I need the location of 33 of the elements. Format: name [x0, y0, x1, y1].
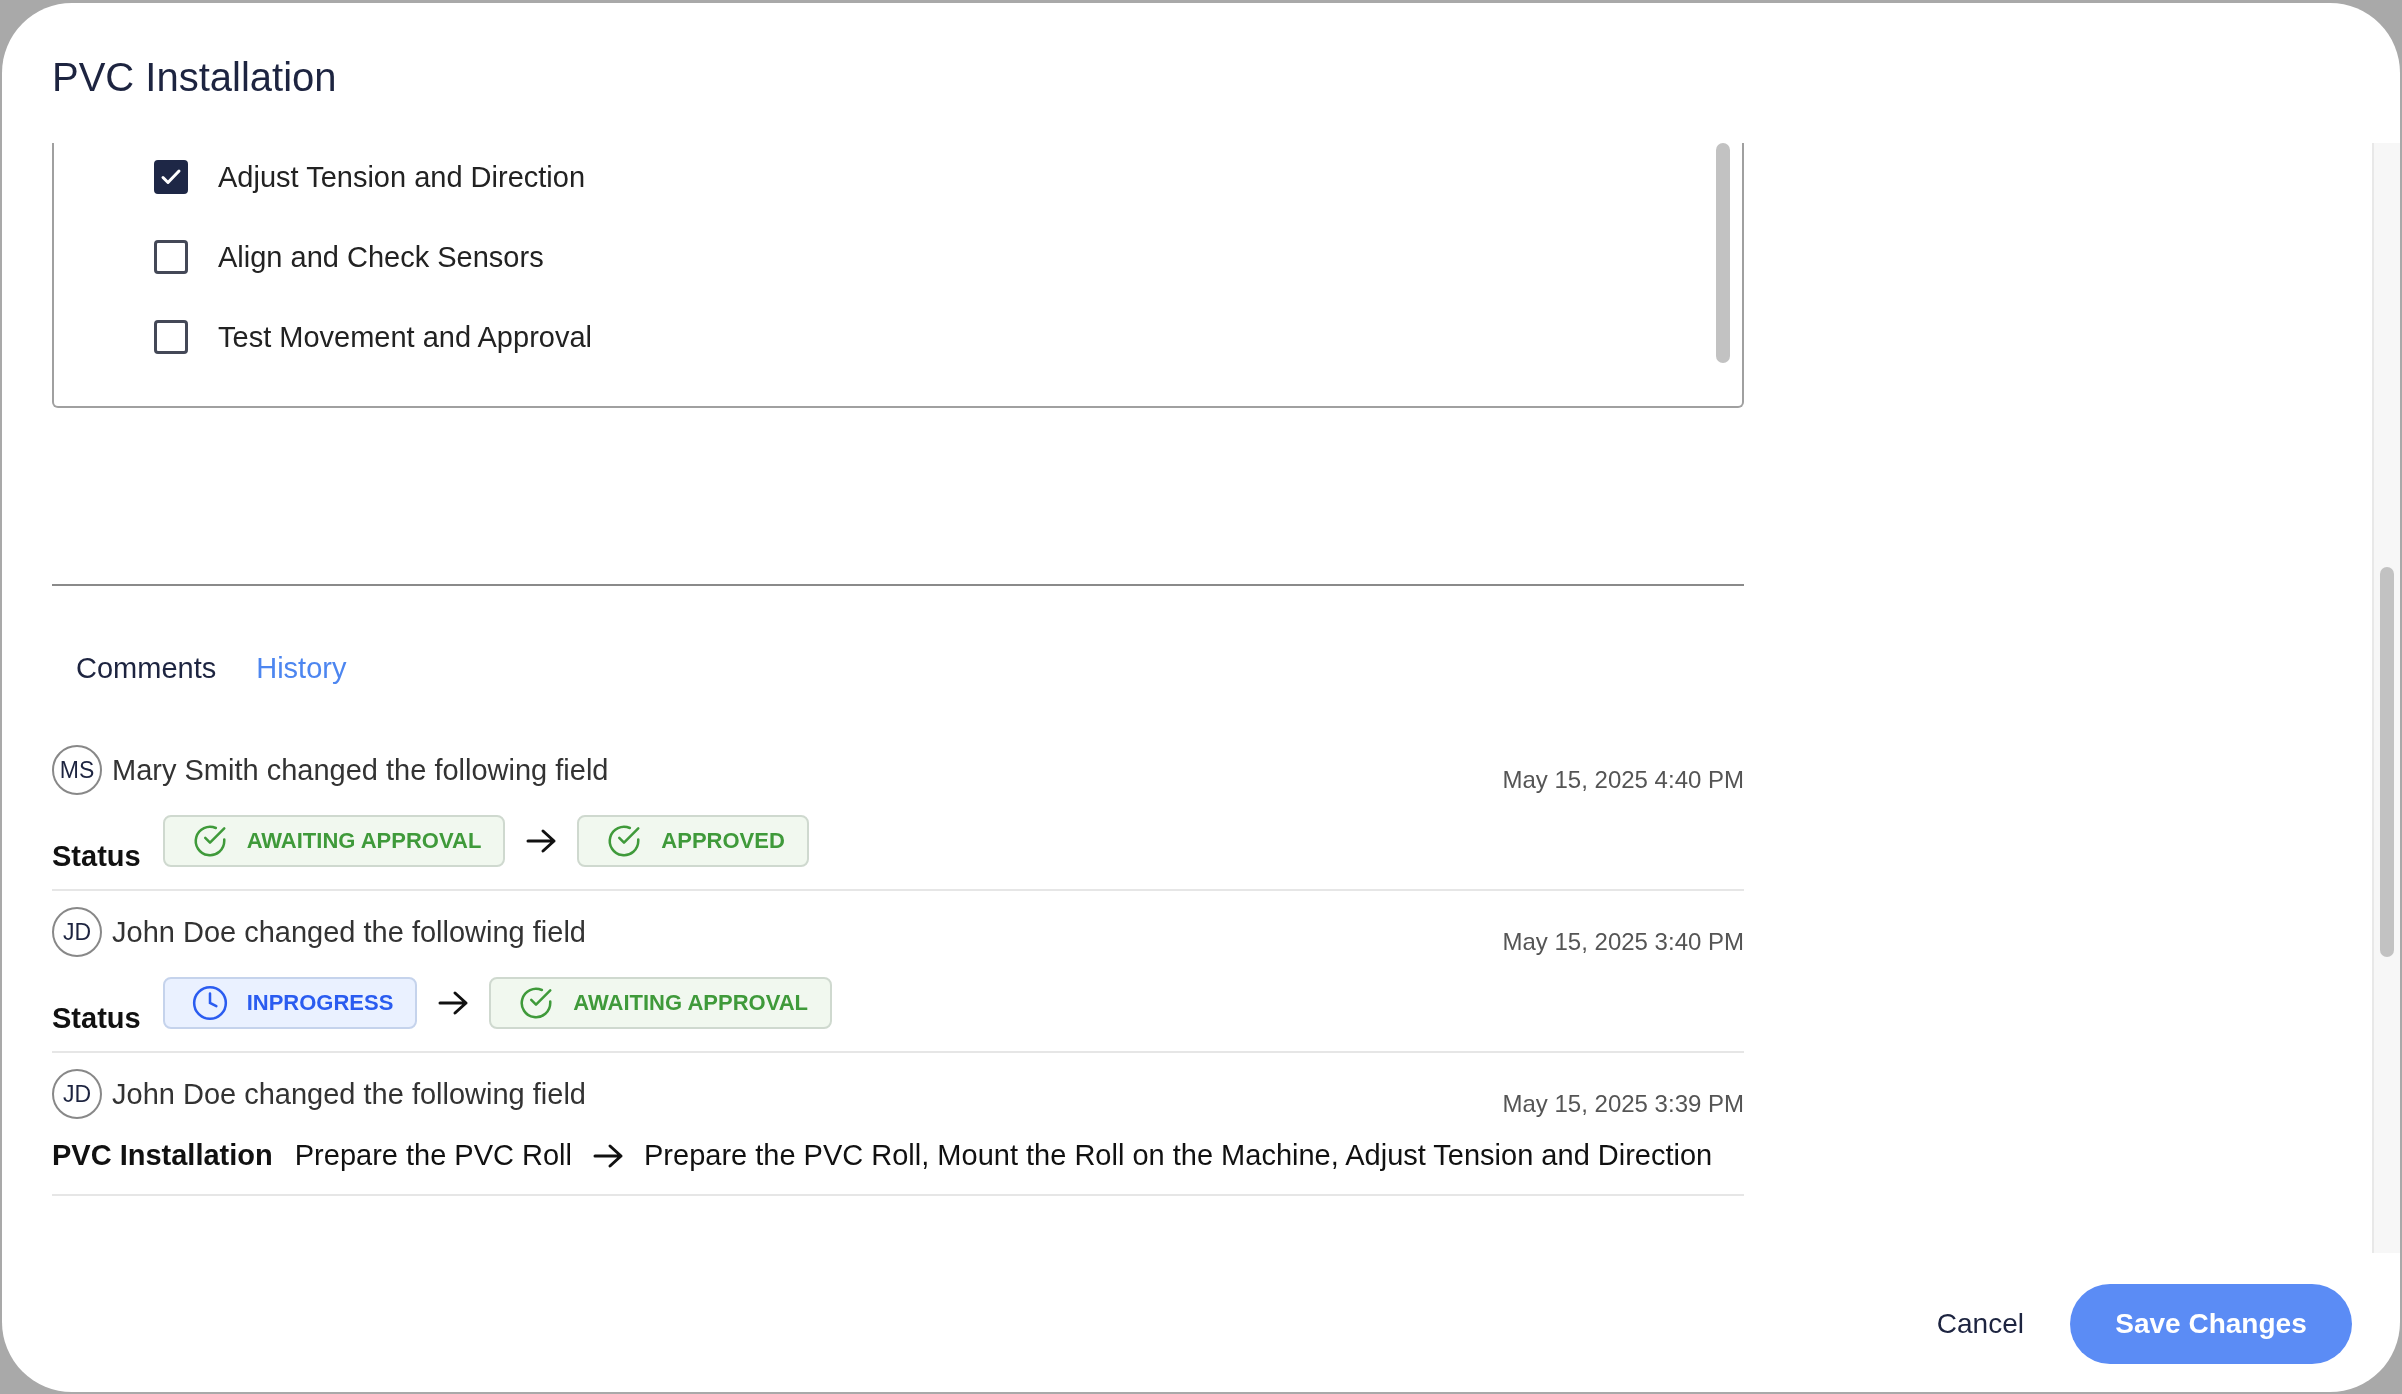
checkbox-label: Test Movement and Approval [218, 320, 592, 354]
scrollbar-thumb[interactable] [2380, 567, 2394, 957]
arrow-right-icon [525, 827, 558, 855]
history-summary: John Doe changed the following field [112, 915, 587, 949]
timestamp: May 15, 2025 3:39 PM [1502, 1090, 1744, 1118]
timestamp: May 15, 2025 4:40 PM [1502, 766, 1744, 794]
tab[interactable]: History [256, 652, 347, 685]
new-value: Prepare the PVC Roll, Mount the Roll on the Machine, Adjust Tension and Direction [644, 1139, 1713, 1172]
status-badge: AWAITING APPROVAL [162, 815, 506, 867]
avatar: MS [52, 745, 102, 795]
history-summary: John Doe changed the following field [112, 1077, 587, 1111]
checkbox[interactable] [154, 240, 188, 274]
checkbox-label: Adjust Tension and Direction [218, 160, 586, 194]
tab[interactable]: Comments [76, 652, 217, 685]
dialog-title: PVC Installation [52, 54, 338, 101]
field-name: PVC Installation [52, 1139, 273, 1172]
checkbox[interactable] [154, 160, 188, 194]
status-badge: AWAITING APPROVAL [489, 977, 833, 1029]
timestamp: May 15, 2025 3:40 PM [1502, 928, 1744, 956]
checkbox[interactable] [154, 320, 188, 354]
cancel-button[interactable]: Cancel [1930, 1298, 2030, 1350]
clock-icon [190, 984, 229, 1022]
status-badge: APPROVED [577, 815, 809, 867]
checkbox-label: Align and Check Sensors [218, 240, 544, 274]
status-badge: INPROGRESS [162, 977, 418, 1029]
arrow-right-icon [437, 989, 470, 1017]
history-summary: Mary Smith changed the following field [112, 753, 610, 787]
avatar: JD [52, 1069, 102, 1119]
field-name: Status [52, 1002, 141, 1035]
scrollbar-thumb[interactable] [1716, 143, 1730, 363]
field-name: Status [52, 840, 141, 873]
old-value: Prepare the PVC Roll [294, 1139, 572, 1172]
avatar: JD [52, 907, 102, 957]
